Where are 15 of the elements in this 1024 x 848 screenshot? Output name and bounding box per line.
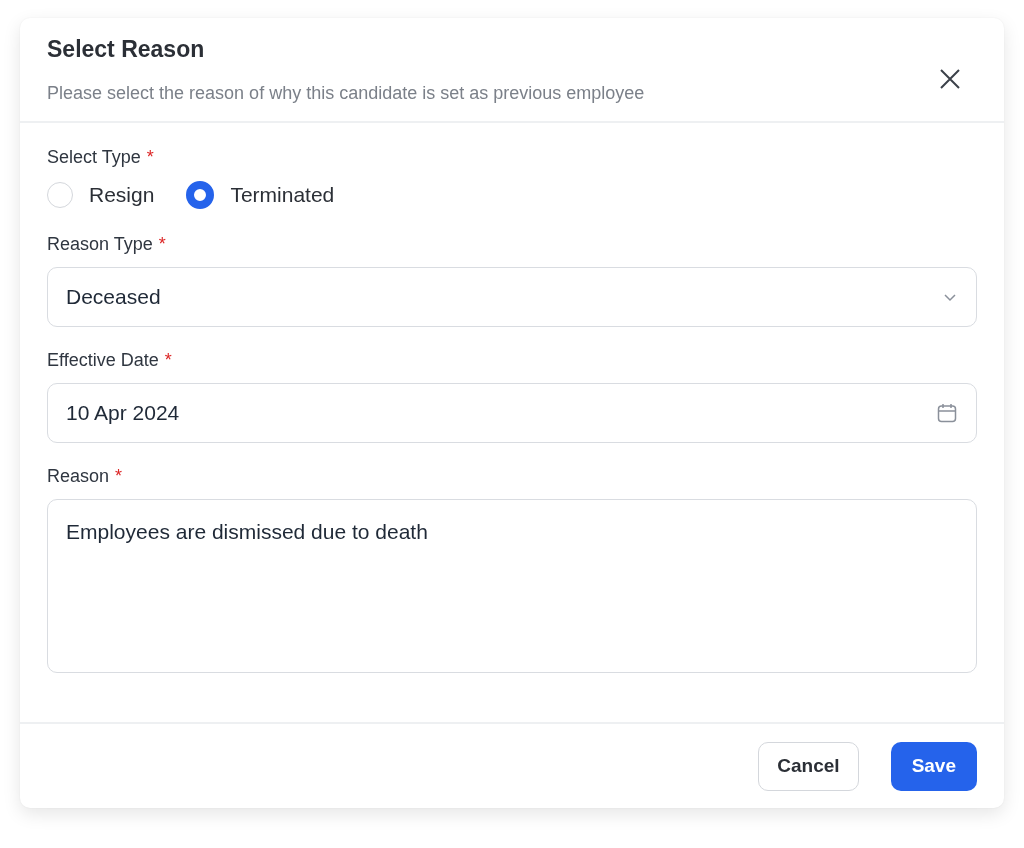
calendar-icon — [936, 402, 958, 424]
radio-option[interactable]: Terminated — [186, 181, 335, 209]
field-label: Reason Type * — [47, 234, 167, 255]
cancel-button[interactable]: Cancel — [758, 741, 859, 791]
field-label: Reason * — [47, 466, 124, 487]
dialog-title: Select Reason — [47, 36, 206, 63]
text-area[interactable]: Employees are dismissed due to death — [47, 499, 977, 673]
field-label: Effective Date * — [47, 350, 173, 371]
radio-button[interactable] — [186, 181, 215, 209]
field-label: Select Type * — [47, 147, 155, 168]
date-field[interactable]: 10 Apr 2024 — [47, 383, 977, 443]
radio-option[interactable]: Resign — [47, 181, 155, 209]
select-field[interactable]: Deceased — [47, 267, 977, 327]
save-button[interactable]: Save — [890, 741, 977, 791]
dialog-subtitle: Please select the reason of why this candidate is set as previous employee — [47, 83, 645, 104]
